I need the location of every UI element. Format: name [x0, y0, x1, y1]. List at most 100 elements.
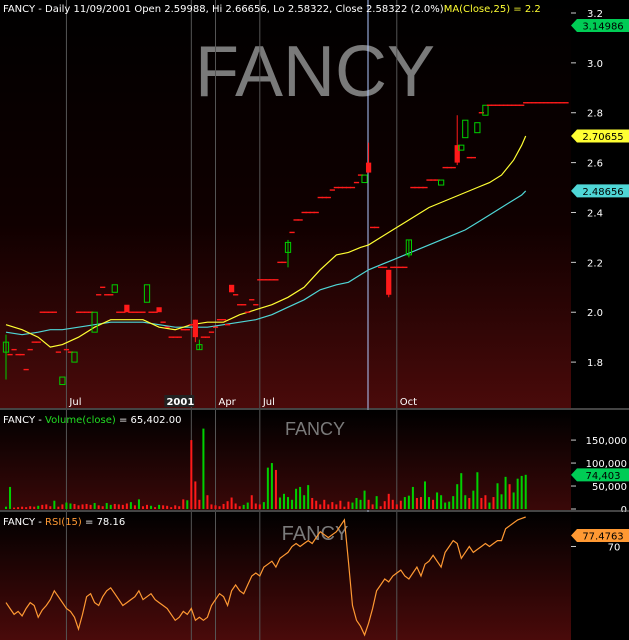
volume-bar — [121, 504, 124, 509]
candle-body — [124, 304, 130, 313]
volume-bar — [194, 481, 197, 509]
time-tick-label: 2001 — [166, 397, 194, 408]
price-header-ma: MA(Close,25) = 2.2 — [444, 4, 541, 15]
volume-bar — [456, 484, 459, 509]
volume-bar — [476, 472, 479, 509]
volume-bar — [45, 504, 48, 509]
volume-bar — [254, 503, 257, 509]
volume-bar — [117, 504, 120, 509]
rsi-panel: FANCY 70 77.4763 FANCY - RSI(15) = 78.16 — [0, 512, 629, 640]
volume-bar — [190, 440, 193, 509]
volume-bar — [504, 476, 507, 509]
volume-bar — [141, 506, 144, 509]
volume-bar — [303, 495, 306, 509]
volume-value-tag-label: 74,403 — [586, 471, 621, 482]
volume-watermark: FANCY — [285, 419, 345, 439]
volume-bar — [472, 490, 475, 509]
volume-bar — [371, 504, 374, 509]
volume-header-symbol: FANCY — [3, 415, 36, 426]
price-header-symbol: FANCY — [3, 4, 36, 15]
volume-bar — [315, 500, 318, 509]
volume-bar — [53, 500, 56, 509]
volume-bar — [468, 497, 471, 509]
volume-bar — [37, 505, 40, 509]
volume-bar — [460, 473, 463, 509]
volume-bar — [278, 497, 281, 509]
volume-bar — [423, 481, 426, 509]
volume-bar — [432, 499, 435, 509]
volume-bar — [218, 506, 221, 509]
volume-bar — [49, 506, 52, 509]
volume-bar — [73, 503, 76, 509]
time-tick-label: Jul — [262, 397, 275, 408]
volume-bar — [246, 502, 249, 509]
volume-bar — [307, 485, 310, 509]
volume-bar — [214, 505, 217, 509]
volume-bar — [81, 504, 84, 509]
volume-bar — [129, 502, 132, 509]
volume-bar — [158, 504, 161, 509]
volume-bar — [226, 501, 229, 509]
candle-body — [192, 319, 198, 338]
volume-bar — [266, 467, 269, 509]
volume-bar — [234, 503, 237, 509]
volume-bar — [21, 506, 24, 509]
volume-bar — [367, 499, 370, 509]
volume-bar — [230, 497, 233, 509]
volume-bar — [359, 499, 362, 509]
price-value-tag: 2.70655 — [571, 129, 629, 143]
volume-bar — [13, 507, 16, 509]
volume-bar — [327, 504, 330, 509]
volume-bar — [375, 496, 378, 509]
volume-bar — [428, 497, 431, 509]
price-value-tag-label: 2.48656 — [582, 187, 623, 198]
volume-bar — [198, 499, 201, 509]
volume-bar — [516, 478, 519, 509]
volume-bar — [178, 506, 181, 509]
volume-bar — [25, 507, 28, 509]
volume-bar — [33, 506, 36, 509]
volume-bar — [166, 505, 169, 509]
volume-bar — [4, 506, 8, 509]
volume-bar — [270, 463, 273, 509]
volume-bar — [520, 475, 523, 509]
volume-bar — [287, 497, 290, 509]
volume-bar — [411, 486, 414, 509]
rsi-value-tag-label: 77.4763 — [582, 531, 623, 542]
volume-tick-label: 50,000 — [592, 482, 627, 493]
price-header: FANCY - Daily 11/09/2001 Open 2.59988, H… — [3, 4, 541, 15]
volume-bar — [262, 502, 265, 509]
volume-bar — [57, 506, 60, 509]
volume-bar — [182, 499, 185, 509]
volume-bar — [101, 506, 104, 509]
volume-bar — [391, 499, 394, 509]
volume-bar — [448, 501, 451, 509]
volume-bar — [109, 504, 112, 509]
volume-bar — [274, 469, 277, 509]
volume-value-tag: 74,403 — [571, 468, 629, 482]
volume-bar — [89, 504, 92, 509]
price-value-tag-label: 2.70655 — [582, 132, 623, 143]
price-tick-label: 2.2 — [587, 258, 603, 269]
volume-bar — [323, 499, 326, 509]
volume-bar — [113, 503, 116, 509]
volume-bar — [512, 492, 515, 509]
candle-body — [228, 284, 235, 293]
volume-bar — [395, 504, 398, 509]
volume-bar — [146, 504, 149, 509]
volume-bar — [484, 495, 487, 509]
volume-bar — [387, 493, 390, 509]
volume-bar — [93, 503, 96, 509]
volume-bar — [403, 497, 406, 509]
volume-bar — [363, 490, 366, 509]
volume-bar — [125, 503, 128, 509]
volume-bar — [210, 504, 213, 509]
rsi-value-tag: 77.4763 — [571, 528, 629, 542]
volume-bar — [29, 506, 32, 509]
volume-bar — [419, 497, 422, 509]
volume-bar — [399, 500, 402, 509]
volume-bar — [17, 507, 20, 509]
price-header-info: - Daily 11/09/2001 Open 2.59988, Hi 2.66… — [35, 4, 444, 15]
price-tick-label: 1.8 — [587, 358, 603, 369]
volume-bar — [174, 505, 177, 509]
